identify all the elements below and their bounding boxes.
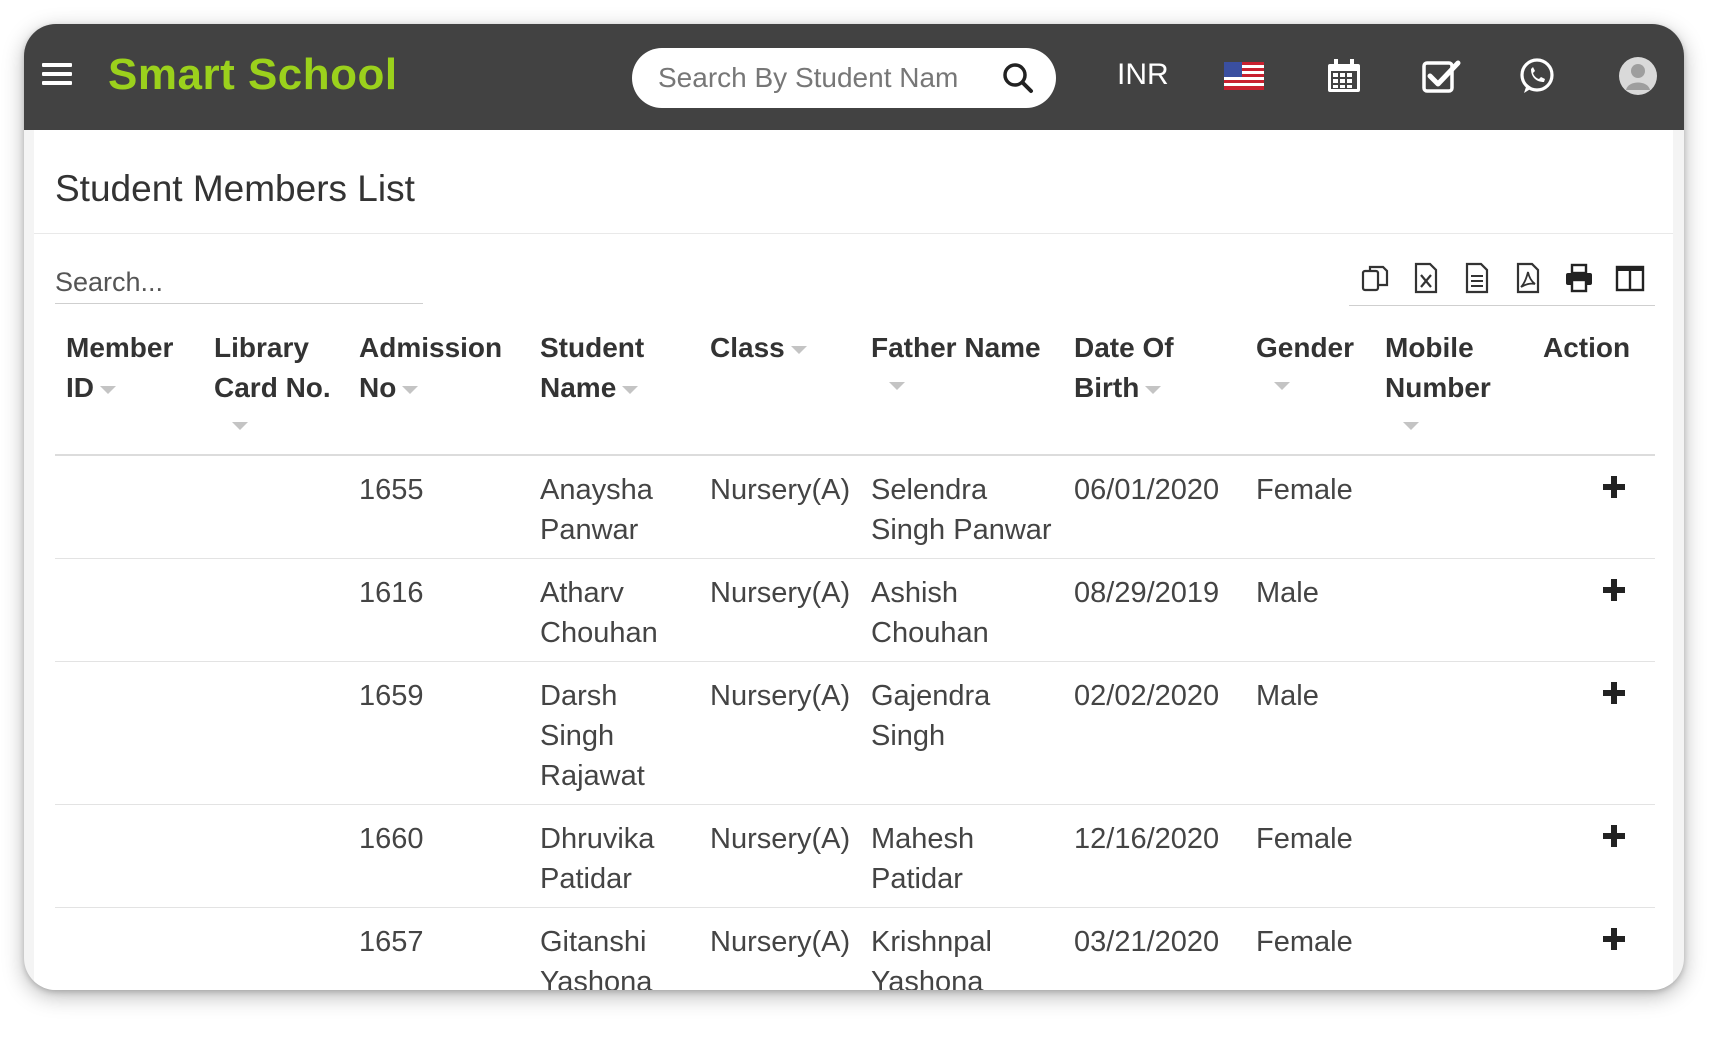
class-cell: Nursery(A) bbox=[710, 474, 851, 506]
top-navbar: Smart School INR bbox=[24, 24, 1684, 130]
gender-cell: Male bbox=[1256, 680, 1319, 712]
table-row: 1660 Dhruvika Patidar Nursery(A) Mahesh Pa… bbox=[55, 805, 1655, 908]
divider bbox=[34, 233, 1673, 234]
student-search-input[interactable] bbox=[658, 62, 958, 94]
menu-icon[interactable] bbox=[42, 63, 72, 89]
father-name-cell: Krishnpal Yashona bbox=[871, 926, 992, 990]
student-search bbox=[632, 48, 1056, 108]
excel-icon bbox=[1414, 262, 1437, 294]
calendar-icon[interactable] bbox=[1326, 58, 1362, 94]
expand-row-icon[interactable] bbox=[1603, 579, 1625, 601]
expand-row-icon[interactable] bbox=[1603, 682, 1625, 704]
task-checkbox-icon[interactable] bbox=[1421, 58, 1461, 94]
excel-button[interactable] bbox=[1400, 262, 1451, 298]
expand-row-icon[interactable] bbox=[1603, 825, 1625, 847]
sort-icon bbox=[232, 422, 248, 430]
dob-cell: 02/02/2020 bbox=[1074, 680, 1220, 712]
expand-row-icon[interactable] bbox=[1603, 928, 1625, 950]
student-name-cell: Dhruvika Patidar bbox=[540, 823, 655, 895]
table-row: 1616 Atharv Chouhan Nursery(A) Ashish Chou… bbox=[55, 559, 1655, 662]
table-row: 1657 Gitanshi Yashona Nursery(A) Krishnpa… bbox=[55, 908, 1655, 990]
columns-icon bbox=[1615, 265, 1644, 292]
sort-icon bbox=[790, 345, 807, 354]
app-window: Smart School INR bbox=[24, 24, 1684, 990]
csv-button[interactable] bbox=[1451, 262, 1502, 298]
admission-no-cell: 1657 bbox=[359, 926, 424, 958]
col-admission-no[interactable]: Admission No bbox=[359, 328, 502, 408]
currency-selector[interactable]: INR bbox=[1117, 58, 1169, 92]
admission-no-cell: 1655 bbox=[359, 474, 424, 506]
sort-icon bbox=[1403, 422, 1419, 430]
class-cell: Nursery(A) bbox=[710, 926, 851, 958]
col-student-name[interactable]: Student Name bbox=[540, 328, 644, 408]
father-name-cell: Gajendra Singh bbox=[871, 680, 991, 752]
pdf-button[interactable] bbox=[1502, 262, 1553, 298]
gender-cell: Male bbox=[1256, 577, 1319, 609]
table-search-input[interactable] bbox=[55, 262, 423, 304]
search-icon[interactable] bbox=[1002, 62, 1034, 94]
col-date-of-birth[interactable]: Date Of Birth bbox=[1074, 328, 1174, 408]
content-panel: Student Members List Search... Member ID… bbox=[34, 130, 1673, 990]
copy-button[interactable] bbox=[1349, 262, 1400, 298]
sort-icon bbox=[1274, 382, 1290, 390]
student-name-cell: Darsh Singh Rajawat bbox=[540, 680, 645, 792]
pdf-icon bbox=[1516, 262, 1539, 294]
export-toolbar bbox=[1349, 262, 1655, 306]
student-name-cell: Anaysha Panwar bbox=[540, 474, 653, 546]
col-mobile-number[interactable]: Mobile Number bbox=[1385, 328, 1491, 430]
dob-cell: 12/16/2020 bbox=[1074, 823, 1220, 855]
father-name-cell: Mahesh Patidar bbox=[871, 823, 975, 895]
column-visibility-button[interactable] bbox=[1604, 262, 1655, 298]
csv-icon bbox=[1465, 262, 1488, 294]
father-name-cell: Ashish Chouhan bbox=[871, 577, 989, 649]
sort-icon bbox=[402, 385, 419, 394]
user-avatar-icon[interactable] bbox=[1618, 56, 1658, 96]
us-flag-icon[interactable] bbox=[1224, 62, 1264, 90]
whatsapp-icon[interactable] bbox=[1518, 57, 1556, 95]
dob-cell: 06/01/2020 bbox=[1074, 474, 1220, 506]
print-button[interactable] bbox=[1553, 262, 1604, 298]
student-name-cell: Atharv Chouhan bbox=[540, 577, 658, 649]
col-member-id[interactable]: Member ID bbox=[66, 328, 173, 408]
table-row: 1659 Darsh Singh Rajawat Nursery(A) Gajend… bbox=[55, 662, 1655, 805]
gender-cell: Female bbox=[1256, 823, 1353, 855]
sort-icon bbox=[889, 382, 905, 390]
dob-cell: 08/29/2019 bbox=[1074, 577, 1220, 609]
class-cell: Nursery(A) bbox=[710, 680, 851, 712]
expand-row-icon[interactable] bbox=[1603, 476, 1625, 498]
col-class[interactable]: Class bbox=[710, 328, 807, 368]
admission-no-cell: 1616 bbox=[359, 577, 424, 609]
col-action: Action bbox=[1543, 332, 1631, 363]
admission-no-cell: 1659 bbox=[359, 680, 424, 712]
members-table: Member ID Library Card No. Admission No … bbox=[55, 318, 1655, 990]
col-gender[interactable]: Gender bbox=[1256, 328, 1354, 390]
student-name-cell: Gitanshi Yashona bbox=[540, 926, 653, 990]
brand-logo[interactable]: Smart School bbox=[108, 50, 398, 100]
copy-icon bbox=[1361, 265, 1388, 292]
sort-icon bbox=[1145, 385, 1162, 394]
admission-no-cell: 1660 bbox=[359, 823, 424, 855]
page-title: Student Members List bbox=[55, 168, 415, 209]
sort-icon bbox=[100, 385, 116, 394]
sort-icon bbox=[622, 385, 639, 394]
table-row: 1655 Anaysha Panwar Nursery(A) Selendra Si… bbox=[55, 456, 1655, 559]
col-father-name[interactable]: Father Name bbox=[871, 328, 1041, 390]
col-library-card[interactable]: Library Card No. bbox=[214, 328, 331, 430]
dob-cell: 03/21/2020 bbox=[1074, 926, 1220, 958]
class-cell: Nursery(A) bbox=[710, 823, 851, 855]
gender-cell: Female bbox=[1256, 474, 1353, 506]
table-header: Member ID Library Card No. Admission No … bbox=[55, 318, 1655, 456]
class-cell: Nursery(A) bbox=[710, 577, 851, 609]
father-name-cell: Selendra Singh Panwar bbox=[871, 474, 1052, 546]
print-icon bbox=[1565, 263, 1592, 293]
gender-cell: Female bbox=[1256, 926, 1353, 958]
